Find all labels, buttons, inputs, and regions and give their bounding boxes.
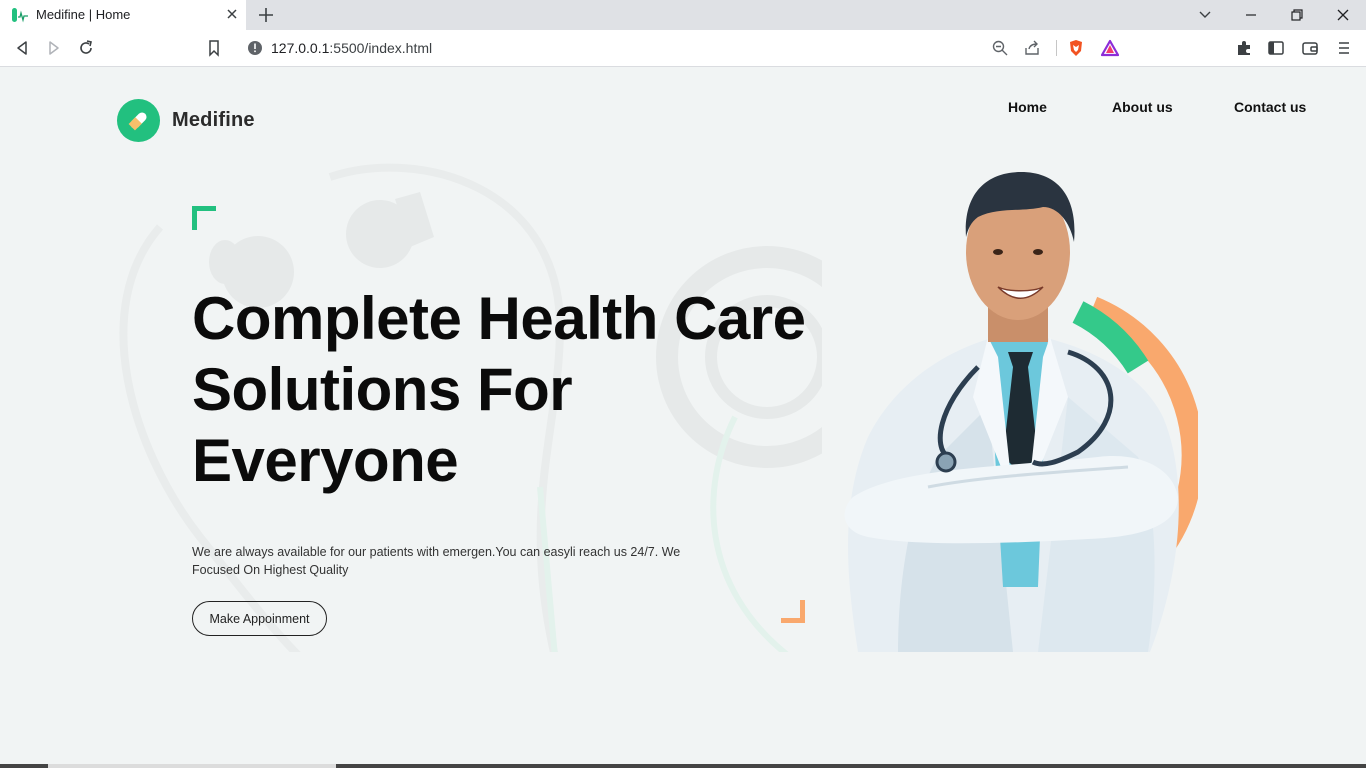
forward-icon[interactable]	[44, 38, 64, 58]
address-bar-divider	[1056, 40, 1057, 56]
nav-home[interactable]: Home	[1008, 99, 1047, 115]
browser-tab[interactable]: Medifine | Home	[0, 0, 246, 30]
browser-tab-strip: Medifine | Home	[0, 0, 1366, 30]
orange-corner-accent	[781, 600, 805, 623]
reload-icon[interactable]	[76, 38, 96, 58]
doctor-illustration	[844, 172, 1198, 652]
url-host: 127.0.0.1	[271, 40, 330, 56]
tab-title: Medifine | Home	[36, 7, 131, 22]
headline-line-3: Everyone	[192, 427, 459, 494]
minimize-icon[interactable]	[1241, 5, 1261, 25]
menu-icon[interactable]	[1334, 38, 1354, 58]
main-nav: Home About us Contact us	[0, 99, 1366, 119]
extensions-icon[interactable]	[1234, 38, 1254, 58]
brave-shield-icon[interactable]	[1067, 39, 1085, 57]
taskbar-edge	[0, 764, 1366, 768]
url-text: 127.0.0.1:5500/index.html	[271, 40, 432, 56]
make-appointment-button[interactable]: Make Appoinment	[192, 601, 327, 636]
url-path: :5500/index.html	[329, 40, 433, 56]
share-icon[interactable]	[1023, 39, 1041, 57]
site-info-icon[interactable]	[247, 40, 263, 56]
nav-contact-us[interactable]: Contact us	[1234, 99, 1306, 115]
medifine-favicon-icon	[12, 8, 28, 23]
bookmark-icon[interactable]	[204, 38, 224, 58]
nav-about-us[interactable]: About us	[1112, 99, 1173, 115]
browser-toolbar: 127.0.0.1:5500/index.html	[0, 30, 1366, 67]
hero-description: We are always available for our patients…	[192, 545, 681, 577]
tab-search-chevron-icon[interactable]	[1195, 5, 1215, 25]
close-window-icon[interactable]	[1333, 5, 1353, 25]
address-bar[interactable]: 127.0.0.1:5500/index.html	[237, 33, 1129, 63]
brave-rewards-icon[interactable]	[1101, 39, 1119, 57]
new-tab-icon[interactable]	[256, 5, 276, 25]
close-tab-icon[interactable]	[224, 6, 240, 22]
headline-line-2: Solutions For	[192, 356, 573, 423]
restore-icon[interactable]	[1287, 5, 1307, 25]
zoom-icon[interactable]	[991, 39, 1009, 57]
wallet-icon[interactable]	[1300, 38, 1320, 58]
sidebar-icon[interactable]	[1266, 38, 1286, 58]
green-corner-accent	[192, 206, 216, 230]
headline-line-1: Complete Health Care	[192, 285, 806, 352]
hero-headline: Complete Health Care Solutions For Every…	[192, 283, 832, 496]
webpage: Medifine Home About us Contact us Comple…	[0, 67, 1366, 768]
back-icon[interactable]	[12, 38, 32, 58]
